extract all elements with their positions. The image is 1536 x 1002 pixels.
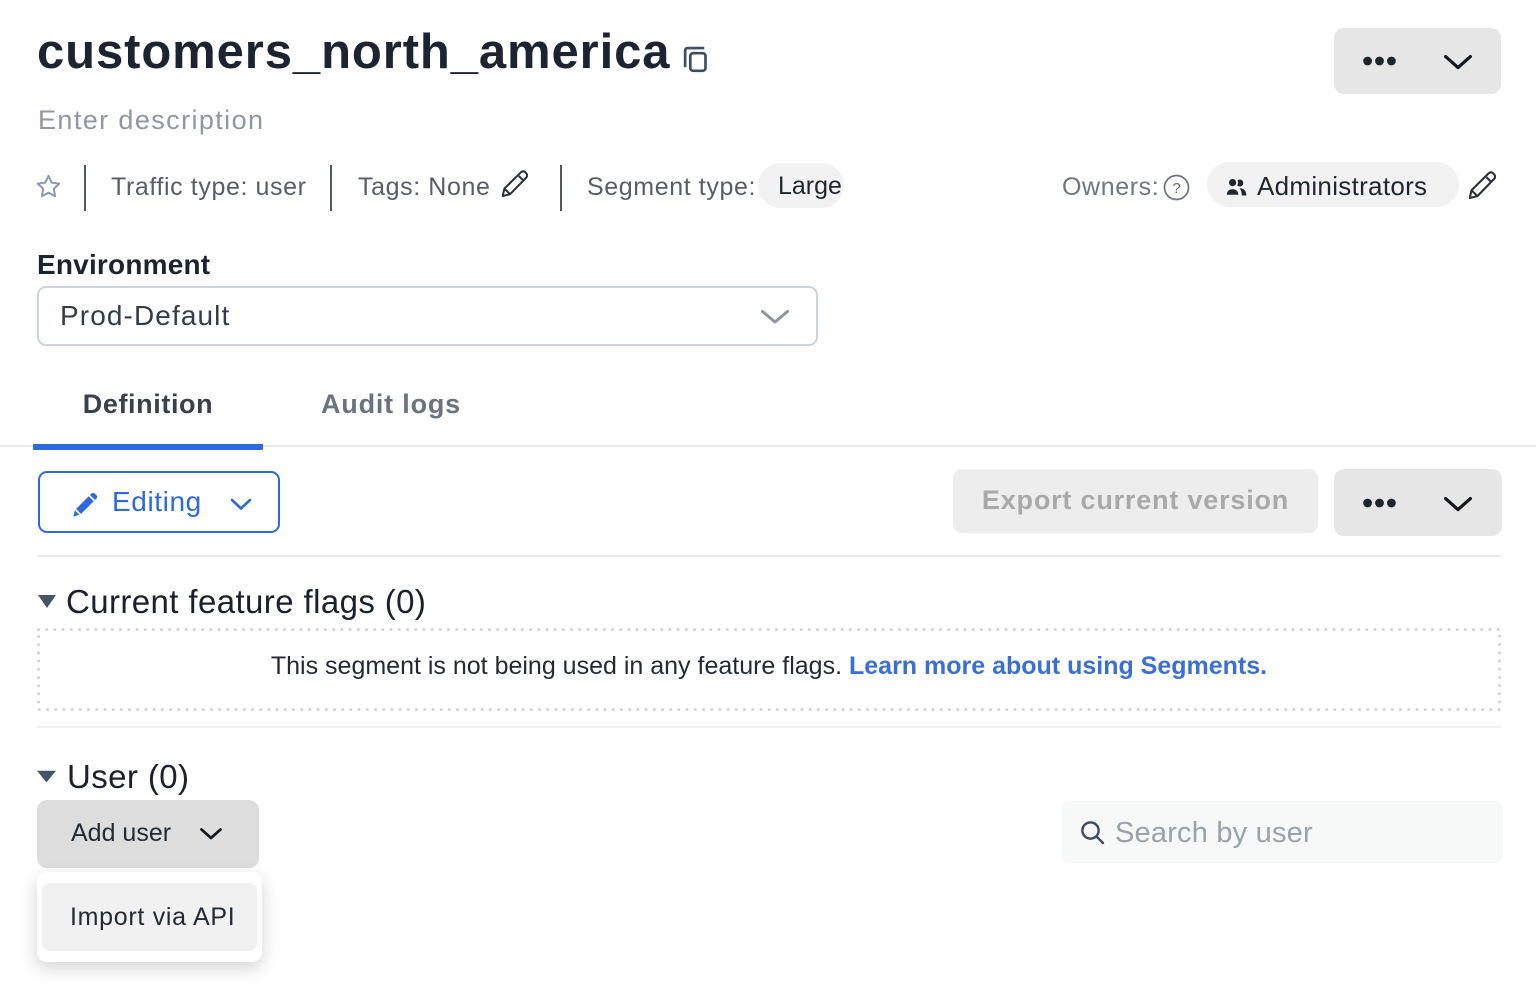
svg-text:?: ? [1172,180,1180,197]
